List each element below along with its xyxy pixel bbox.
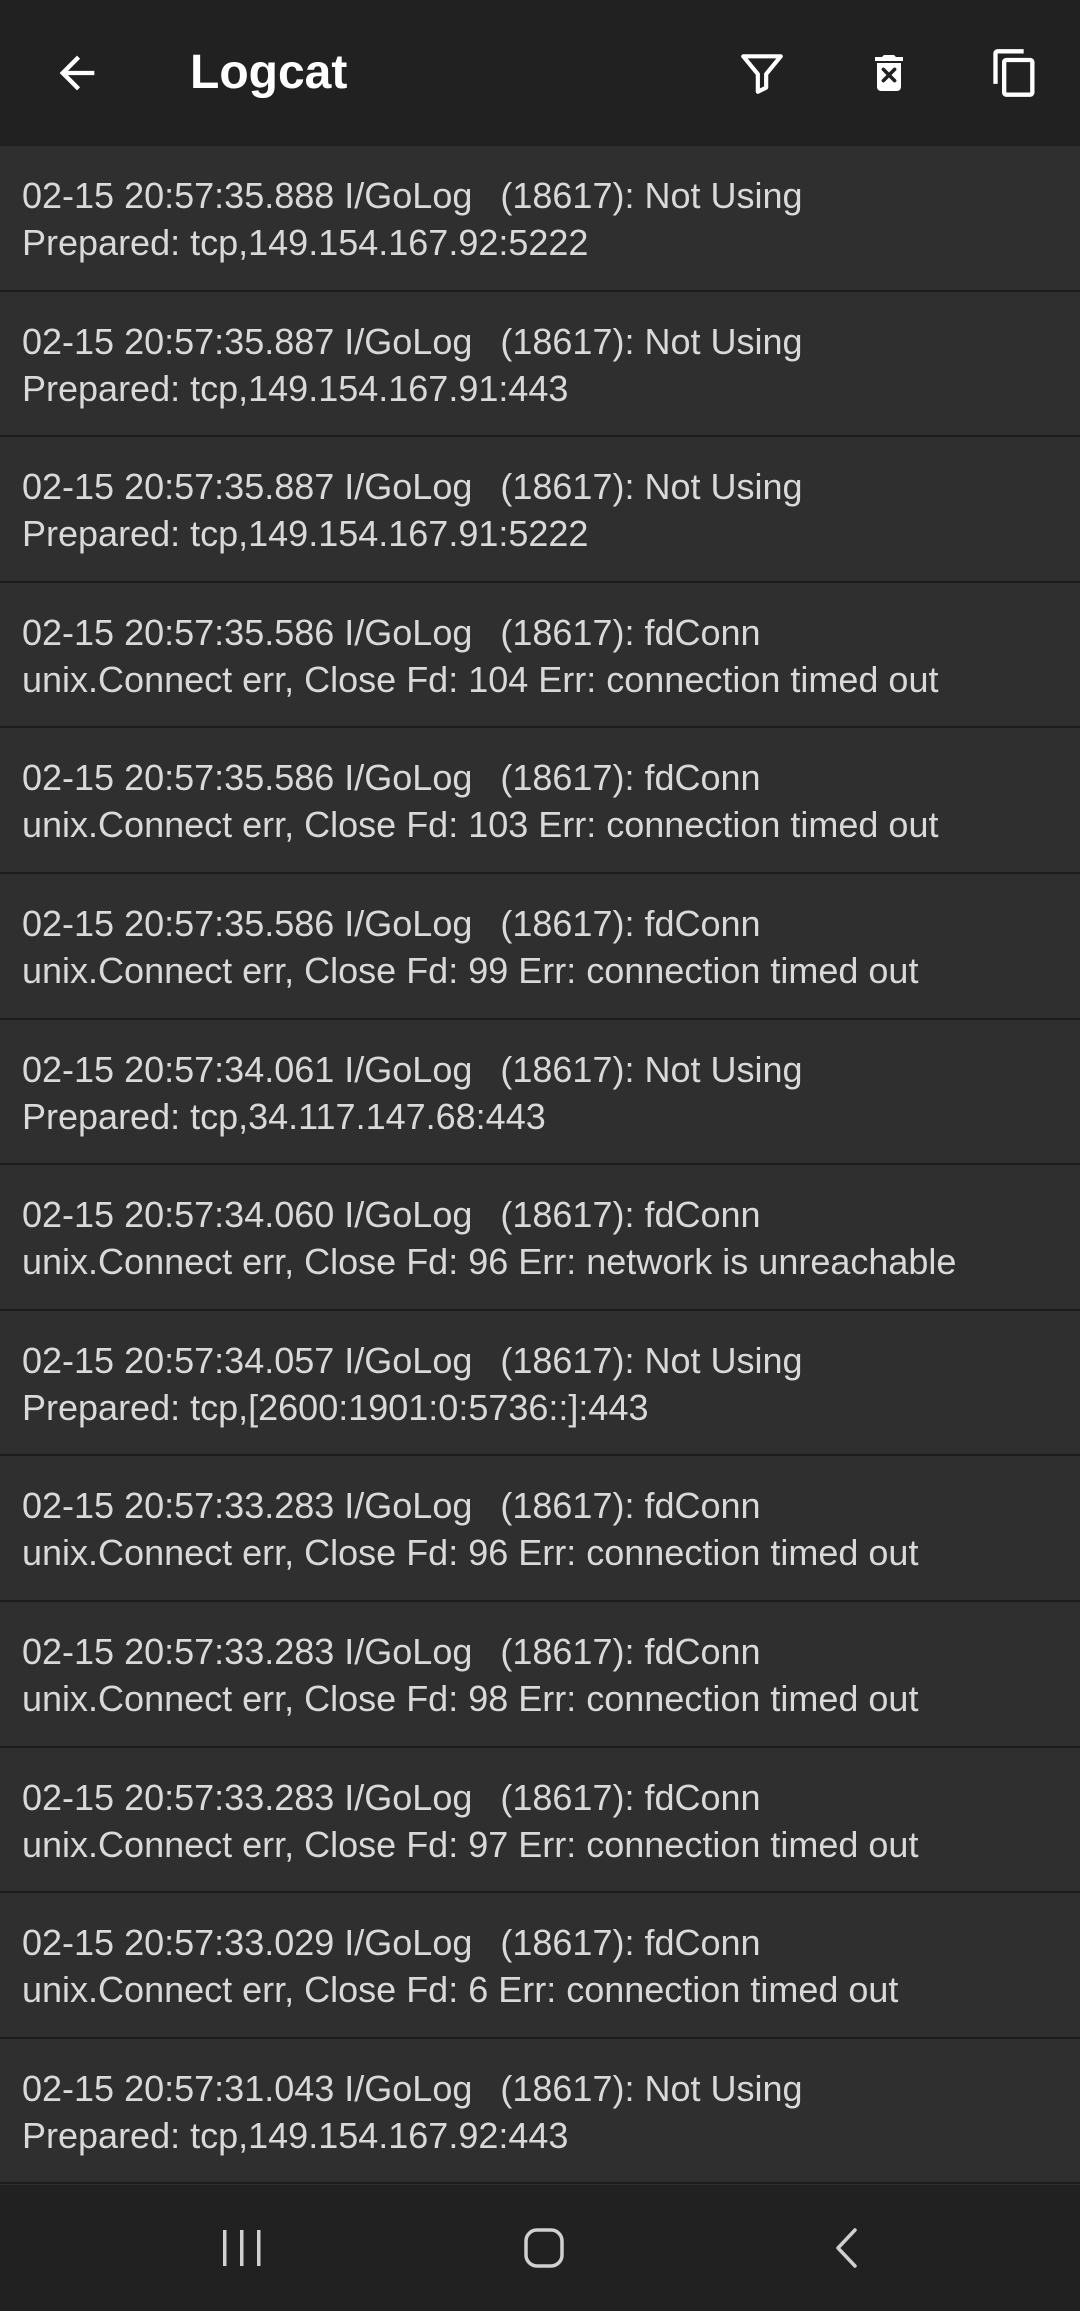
log-pid-message: (18617): Not Using — [500, 1339, 803, 1381]
log-entry[interactable]: 02-15 20:57:35.887 I/GoLog (18617): Not U… — [0, 292, 1080, 438]
home-button[interactable] — [484, 2205, 604, 2291]
recents-button[interactable] — [182, 2205, 302, 2291]
log-entry-header: 02-15 20:57:35.586 I/GoLog (18617): fdCon… — [22, 754, 1060, 801]
log-entry[interactable]: 02-15 20:57:34.060 I/GoLog (18617): fdCon… — [0, 1165, 1080, 1311]
log-entry-header: 02-15 20:57:33.283 I/GoLog (18617): fdCon… — [22, 1482, 1060, 1529]
log-detail: unix.Connect err, Close Fd: 96 Err: netw… — [22, 1241, 957, 1283]
log-pid-message: (18617): fdConn — [500, 1194, 761, 1236]
log-entry[interactable]: 02-15 20:57:35.586 I/GoLog (18617): fdCon… — [0, 728, 1080, 874]
log-timestamp-tag: 02-15 20:57:35.586 I/GoLog — [22, 757, 473, 799]
log-detail: Prepared: tcp,149.154.167.92:5222 — [22, 222, 589, 263]
log-pid-message: (18617): fdConn — [500, 1630, 761, 1672]
log-detail: unix.Connect err, Close Fd: 97 Err: conn… — [22, 1823, 919, 1865]
log-timestamp-tag: 02-15 20:57:35.887 I/GoLog — [22, 320, 473, 362]
log-pid-message: (18617): Not Using — [500, 1048, 803, 1090]
log-detail: Prepared: tcp,149.154.167.91:5222 — [22, 513, 589, 555]
log-entry[interactable]: 02-15 20:57:31.043 I/GoLog (18617): Not U… — [0, 2039, 1080, 2185]
recents-icon — [223, 2230, 261, 2266]
log-pid-message: (18617): fdConn — [500, 1776, 761, 1818]
log-entry[interactable]: 02-15 20:57:33.029 I/GoLog (18617): fdCon… — [0, 1893, 1080, 2039]
log-entry[interactable]: 02-15 20:57:34.057 I/GoLog (18617): Not U… — [0, 1311, 1080, 1457]
log-entry-header: 02-15 20:57:34.061 I/GoLog (18617): Not U… — [22, 1046, 1060, 1093]
log-entry-header: 02-15 20:57:35.586 I/GoLog (18617): fdCon… — [22, 609, 1060, 656]
log-entry-header: 02-15 20:57:34.057 I/GoLog (18617): Not U… — [22, 1337, 1060, 1384]
nav-back-icon — [836, 2228, 857, 2268]
log-timestamp-tag: 02-15 20:57:33.029 I/GoLog — [22, 1922, 473, 1964]
log-pid-message: (18617): Not Using — [500, 175, 803, 216]
log-entry[interactable]: 02-15 20:57:33.283 I/GoLog (18617): fdCon… — [0, 1748, 1080, 1894]
log-entry-header: 02-15 20:57:34.060 I/GoLog (18617): fdCon… — [22, 1191, 1060, 1238]
log-detail: Prepared: tcp,149.154.167.92:443 — [22, 2114, 569, 2156]
arrow-back-icon — [59, 55, 95, 91]
log-pid-message: (18617): fdConn — [500, 611, 761, 653]
filter-button[interactable] — [725, 36, 799, 110]
log-entry-header: 02-15 20:57:35.887 I/GoLog (18617): Not U… — [22, 318, 1060, 365]
back-button[interactable] — [40, 36, 114, 110]
log-entry[interactable]: 02-15 20:57:35.586 I/GoLog (18617): fdCon… — [0, 874, 1080, 1020]
log-pid-message: (18617): fdConn — [500, 1922, 761, 1964]
app-bar: Logcat — [0, 0, 1080, 146]
log-timestamp-tag: 02-15 20:57:31.043 I/GoLog — [22, 2067, 473, 2109]
log-entry[interactable]: 02-15 20:57:35.586 I/GoLog (18617): fdCon… — [0, 583, 1080, 729]
system-nav-bar — [0, 2185, 1080, 2311]
log-pid-message: (18617): Not Using — [500, 320, 803, 362]
delete-icon — [875, 55, 903, 91]
log-entry[interactable]: 02-15 20:57:33.283 I/GoLog (18617): fdCon… — [0, 1602, 1080, 1748]
log-entry-header: 02-15 20:57:35.586 I/GoLog (18617): fdCon… — [22, 900, 1060, 947]
log-pid-message: (18617): Not Using — [500, 466, 803, 508]
log-pid-message: (18617): fdConn — [500, 757, 761, 799]
log-timestamp-tag: 02-15 20:57:35.586 I/GoLog — [22, 611, 473, 653]
log-timestamp-tag: 02-15 20:57:35.888 I/GoLog — [22, 175, 473, 216]
log-detail: unix.Connect err, Close Fd: 96 Err: conn… — [22, 1532, 919, 1574]
log-entry-header: 02-15 20:57:33.283 I/GoLog (18617): fdCon… — [22, 1628, 1060, 1675]
log-detail: Prepared: tcp,149.154.167.91:443 — [22, 367, 569, 409]
log-list[interactable]: 02-15 20:57:35.888 I/GoLog (18617): Not U… — [0, 146, 1080, 2185]
log-entry[interactable]: 02-15 20:57:34.061 I/GoLog (18617): Not U… — [0, 1020, 1080, 1166]
log-timestamp-tag: 02-15 20:57:33.283 I/GoLog — [22, 1630, 473, 1672]
log-detail: unix.Connect err, Close Fd: 98 Err: conn… — [22, 1677, 919, 1719]
log-timestamp-tag: 02-15 20:57:35.887 I/GoLog — [22, 466, 473, 508]
log-entry[interactable]: 02-15 20:57:35.888 I/GoLog (18617): Not U… — [0, 146, 1080, 292]
log-entry[interactable]: 02-15 20:57:33.283 I/GoLog (18617): fdCon… — [0, 1456, 1080, 1602]
log-entry-header: 02-15 20:57:35.887 I/GoLog (18617): Not U… — [22, 463, 1060, 510]
log-timestamp-tag: 02-15 20:57:33.283 I/GoLog — [22, 1776, 473, 1818]
log-timestamp-tag: 02-15 20:57:34.057 I/GoLog — [22, 1339, 473, 1381]
nav-back-button[interactable] — [786, 2205, 906, 2291]
log-pid-message: (18617): fdConn — [500, 1485, 761, 1527]
log-detail: unix.Connect err, Close Fd: 104 Err: con… — [22, 658, 939, 700]
log-detail: unix.Connect err, Close Fd: 99 Err: conn… — [22, 949, 919, 991]
logcat-app: Logcat 02-15 20:57:35.888 I/GoLog (18617)… — [0, 0, 1080, 2311]
log-pid-message: (18617): Not Using — [500, 2067, 803, 2109]
log-entry-header: 02-15 20:57:33.283 I/GoLog (18617): fdCon… — [22, 1774, 1060, 1821]
log-detail: unix.Connect err, Close Fd: 6 Err: conne… — [22, 1969, 899, 2011]
home-icon — [524, 2228, 564, 2268]
log-timestamp-tag: 02-15 20:57:33.283 I/GoLog — [22, 1485, 473, 1527]
log-entry-header: 02-15 20:57:31.043 I/GoLog (18617): Not U… — [22, 2065, 1060, 2112]
copy-logs-button[interactable] — [978, 36, 1052, 110]
log-entry[interactable]: 02-15 20:57:35.887 I/GoLog (18617): Not U… — [0, 437, 1080, 583]
delete-logs-button[interactable] — [852, 36, 926, 110]
log-detail: unix.Connect err, Close Fd: 103 Err: con… — [22, 804, 939, 846]
filter-icon — [741, 54, 783, 94]
log-detail: Prepared: tcp,[2600:1901:0:5736::]:443 — [22, 1386, 649, 1428]
log-timestamp-tag: 02-15 20:57:35.586 I/GoLog — [22, 902, 473, 944]
log-detail: Prepared: tcp,34.117.147.68:443 — [22, 1095, 546, 1137]
log-timestamp-tag: 02-15 20:57:34.061 I/GoLog — [22, 1048, 473, 1090]
log-pid-message: (18617): fdConn — [500, 902, 761, 944]
log-entry-header: 02-15 20:57:33.029 I/GoLog (18617): fdCon… — [22, 1919, 1060, 1966]
page-title: Logcat — [190, 46, 348, 99]
log-timestamp-tag: 02-15 20:57:34.060 I/GoLog — [22, 1194, 473, 1236]
log-entry-header: 02-15 20:57:35.888 I/GoLog (18617): Not U… — [22, 172, 1060, 219]
copy-icon — [993, 49, 1035, 97]
